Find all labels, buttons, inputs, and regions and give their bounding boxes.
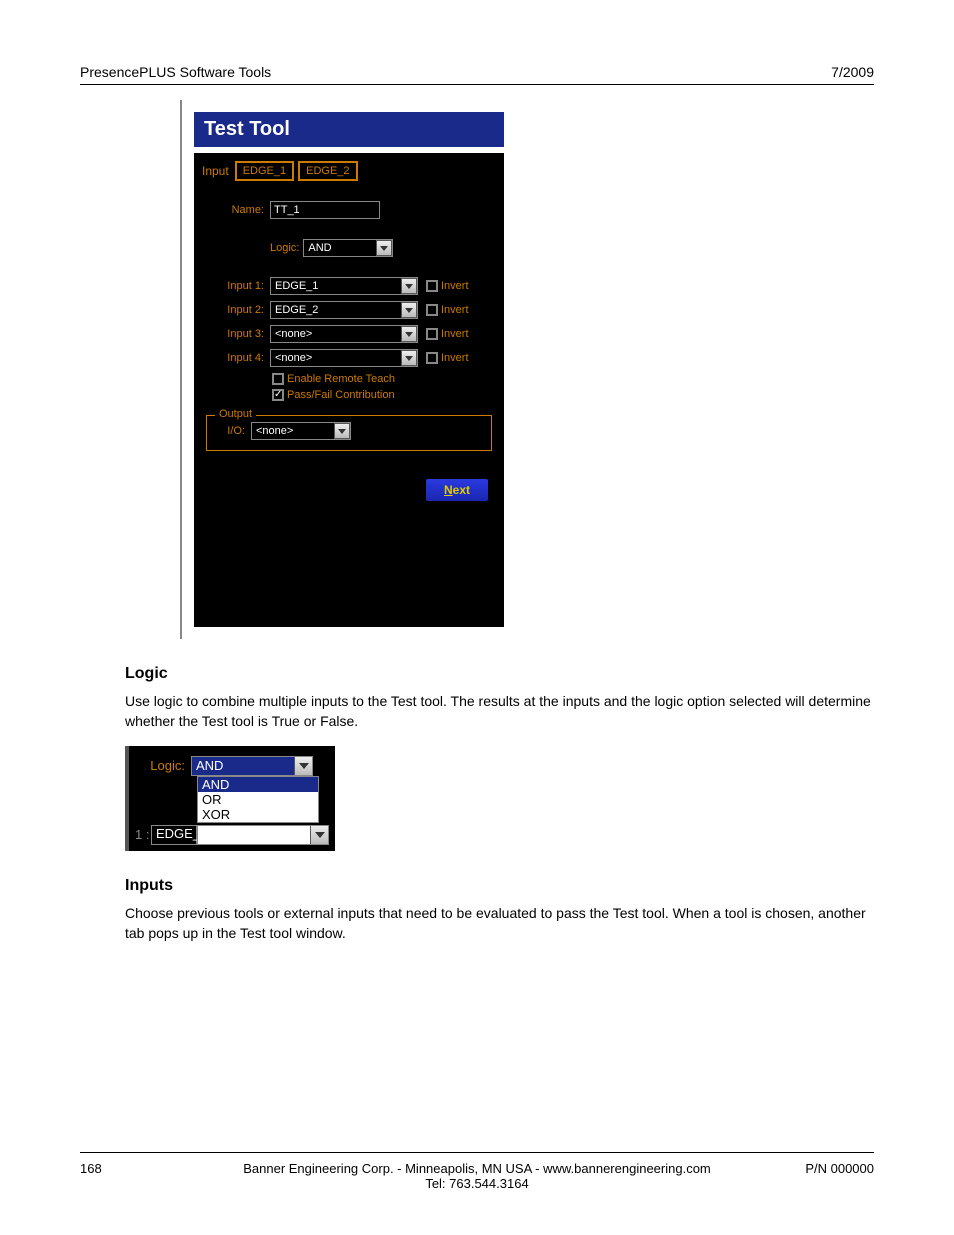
input1-invert-checkbox[interactable] bbox=[426, 280, 438, 292]
passfail-label: Pass/Fail Contribution bbox=[287, 389, 395, 401]
input4-value: <none> bbox=[271, 352, 401, 364]
logic-option-xor[interactable]: XOR bbox=[198, 807, 318, 822]
input2-select[interactable]: EDGE_2 bbox=[270, 301, 418, 319]
input3-row: Input 3: <none> Invert bbox=[202, 323, 496, 345]
logic-option-or[interactable]: OR bbox=[198, 792, 318, 807]
output-legend: Output bbox=[215, 408, 256, 420]
input2-label: Input 2: bbox=[202, 304, 270, 316]
input3-invert-label: Invert bbox=[441, 328, 469, 340]
io-row: I/O: <none> bbox=[213, 422, 485, 440]
input1-value: EDGE_1 bbox=[271, 280, 401, 292]
input3-value: <none> bbox=[271, 328, 401, 340]
logic-figure-row2: 1 : EDGE_ bbox=[135, 825, 329, 845]
input3-invert-checkbox[interactable] bbox=[426, 328, 438, 340]
input3-label: Input 3: bbox=[202, 328, 270, 340]
tab-group-label: Input bbox=[202, 164, 229, 178]
chevron-down-icon bbox=[334, 423, 350, 439]
logic-dropdown-figure: Logic: AND AND OR XOR 1 : EDGE_ bbox=[125, 746, 335, 851]
input2-row: Input 2: EDGE_2 Invert bbox=[202, 299, 496, 321]
test-tool-panel: Test Tool Input EDGE_1 EDGE_2 Name: Logi… bbox=[180, 100, 540, 639]
page-header: PresencePLUS Software Tools 7/2009 bbox=[80, 64, 874, 85]
panel-body: Input EDGE_1 EDGE_2 Name: Logic: AND Inp… bbox=[194, 153, 504, 627]
input2-value: EDGE_2 bbox=[271, 304, 401, 316]
logic-figure-label: Logic: bbox=[135, 758, 191, 773]
logic-figure-select[interactable]: AND bbox=[191, 756, 313, 776]
logic-figure-value: AND bbox=[192, 757, 294, 775]
footer-line2: Tel: 763.544.3164 bbox=[200, 1176, 754, 1191]
io-label: I/O: bbox=[213, 425, 251, 437]
logic-figure-row1: Logic: AND bbox=[135, 756, 329, 776]
footer-line1: Banner Engineering Corp. - Minneapolis, … bbox=[200, 1161, 754, 1176]
input1-select[interactable]: EDGE_1 bbox=[270, 277, 418, 295]
inputs-text: Choose previous tools or external inputs… bbox=[125, 903, 874, 944]
input4-select[interactable]: <none> bbox=[270, 349, 418, 367]
logic-select-value: AND bbox=[304, 242, 376, 254]
logic-option-and[interactable]: AND bbox=[198, 777, 318, 792]
input1-invert-label: Invert bbox=[441, 280, 469, 292]
input4-label: Input 4: bbox=[202, 352, 270, 364]
io-value: <none> bbox=[252, 425, 334, 437]
logic-figure-options: AND OR XOR bbox=[197, 776, 319, 823]
name-input[interactable] bbox=[270, 201, 380, 219]
enable-remote-teach-row: Enable Remote Teach bbox=[272, 373, 496, 385]
name-row: Name: bbox=[202, 199, 496, 221]
enable-remote-teach-checkbox[interactable] bbox=[272, 373, 284, 385]
logic-select[interactable]: AND bbox=[303, 239, 393, 257]
tab-edge-2[interactable]: EDGE_2 bbox=[298, 161, 357, 181]
input1-row: Input 1: EDGE_1 Invert bbox=[202, 275, 496, 297]
input4-invert-checkbox[interactable] bbox=[426, 352, 438, 364]
next-row: Next bbox=[202, 455, 496, 613]
logic-label: Logic: bbox=[270, 242, 299, 254]
header-left: PresencePLUS Software Tools bbox=[80, 64, 271, 80]
chevron-down-icon bbox=[310, 826, 328, 844]
header-right: 7/2009 bbox=[831, 64, 874, 80]
footer-center: Banner Engineering Corp. - Minneapolis, … bbox=[200, 1161, 754, 1191]
chevron-down-icon bbox=[294, 757, 312, 775]
input2-invert-label: Invert bbox=[441, 304, 469, 316]
chevron-down-icon bbox=[401, 302, 417, 318]
panel-title: Test Tool bbox=[194, 112, 504, 147]
passfail-row: Pass/Fail Contribution bbox=[272, 389, 496, 401]
enable-remote-teach-label: Enable Remote Teach bbox=[287, 373, 395, 385]
logic-figure-row2-idx: 1 : bbox=[135, 827, 151, 842]
next-button[interactable]: Next bbox=[424, 477, 490, 503]
page-footer: 168 Banner Engineering Corp. - Minneapol… bbox=[80, 1152, 874, 1191]
chevron-down-icon bbox=[401, 278, 417, 294]
inputs-heading: Inputs bbox=[125, 877, 874, 895]
input4-invert-label: Invert bbox=[441, 352, 469, 364]
logic-row: Logic: AND bbox=[270, 239, 496, 257]
tab-row: Input EDGE_1 EDGE_2 bbox=[202, 161, 496, 181]
next-rest: ext bbox=[453, 483, 470, 497]
footer-page-number: 168 bbox=[80, 1161, 200, 1176]
footer-part-number: P/N 000000 bbox=[754, 1161, 874, 1176]
chevron-down-icon bbox=[376, 240, 392, 256]
logic-figure-row2-text: EDGE_ bbox=[151, 825, 197, 845]
tab-edge-1[interactable]: EDGE_1 bbox=[235, 161, 294, 181]
io-select[interactable]: <none> bbox=[251, 422, 351, 440]
chevron-down-icon bbox=[401, 350, 417, 366]
passfail-checkbox[interactable] bbox=[272, 389, 284, 401]
logic-heading: Logic bbox=[125, 665, 874, 683]
logic-text: Use logic to combine multiple inputs to … bbox=[125, 691, 874, 732]
chevron-down-icon bbox=[401, 326, 417, 342]
output-fieldset: Output I/O: <none> bbox=[206, 415, 492, 451]
next-underline: N bbox=[444, 483, 453, 497]
input2-invert-checkbox[interactable] bbox=[426, 304, 438, 316]
name-label: Name: bbox=[202, 204, 270, 216]
input4-row: Input 4: <none> Invert bbox=[202, 347, 496, 369]
input3-select[interactable]: <none> bbox=[270, 325, 418, 343]
main-content: Test Tool Input EDGE_1 EDGE_2 Name: Logi… bbox=[125, 100, 874, 957]
logic-figure-row2-select[interactable] bbox=[197, 825, 329, 845]
input1-label: Input 1: bbox=[202, 280, 270, 292]
